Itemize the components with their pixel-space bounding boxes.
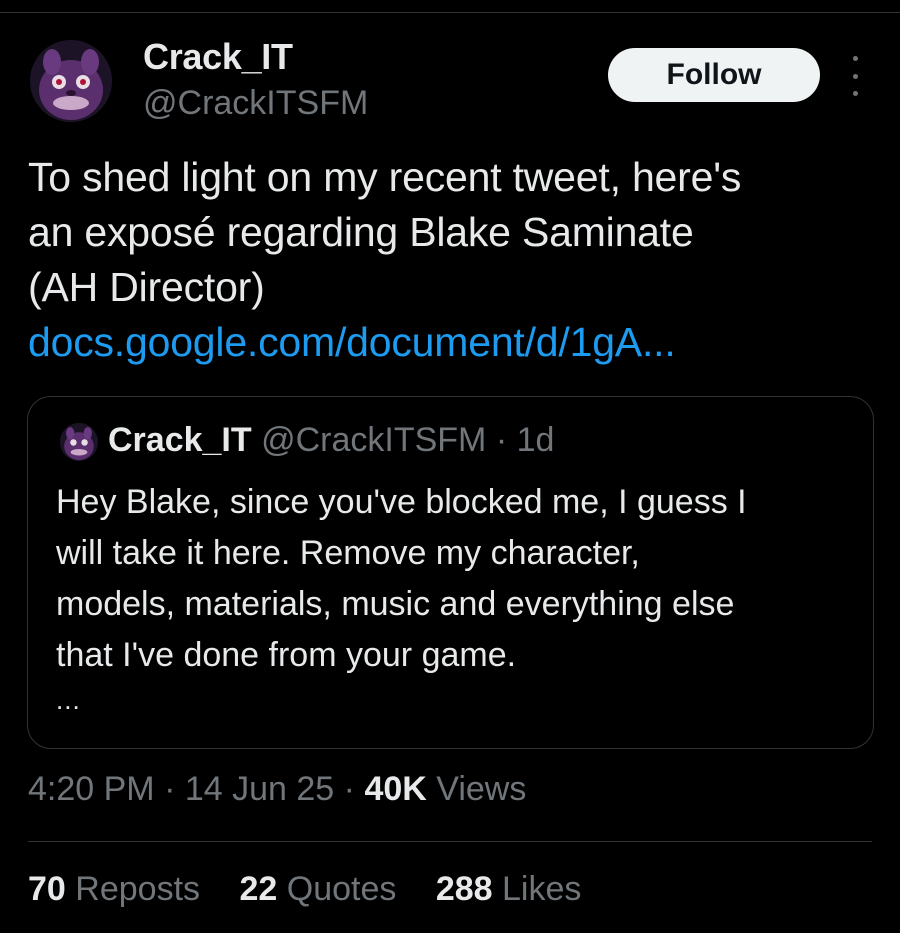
views-label: Views bbox=[436, 770, 527, 808]
more-vertical-icon[interactable] bbox=[842, 56, 868, 96]
top-divider bbox=[0, 12, 900, 13]
likes-count: 288 bbox=[435, 870, 493, 908]
quoted-tweet-card[interactable]: Crack_IT @CrackITSFM · 1d Hey Blake, sin… bbox=[27, 396, 874, 749]
document-link[interactable]: docs.google.com/document/d/1gA... bbox=[28, 315, 878, 370]
quotes-count: 22 bbox=[239, 870, 278, 908]
quote-text-line: that I've done from your game. bbox=[56, 636, 517, 674]
likes-stat[interactable]: 288 Likes bbox=[436, 870, 582, 908]
meta-separator: · bbox=[164, 770, 176, 808]
tweet-text-line: To shed light on my recent tweet, here's bbox=[28, 154, 742, 200]
quote-avatar bbox=[60, 423, 98, 461]
quote-handle: @CrackITSFM bbox=[261, 421, 487, 459]
author-display-name[interactable]: Crack_IT bbox=[143, 36, 293, 78]
quote-text: Hey Blake, since you've blocked me, I gu… bbox=[56, 477, 856, 681]
divider bbox=[28, 841, 872, 842]
quote-time: 1d bbox=[516, 421, 555, 459]
quote-display-name: Crack_IT bbox=[108, 421, 252, 459]
quote-ellipsis: ... bbox=[56, 685, 81, 715]
reposts-count: 70 bbox=[28, 870, 66, 908]
tweet-meta: 4:20 PM · 14 Jun 25 · 40K Views bbox=[28, 770, 526, 809]
quotes-stat[interactable]: 22 Quotes bbox=[239, 870, 405, 908]
quote-text-line: models, materials, music and everything … bbox=[56, 585, 735, 623]
quote-text-line: will take it here. Remove my character, bbox=[56, 534, 640, 572]
likes-label: Likes bbox=[502, 870, 582, 908]
tweet-time[interactable]: 4:20 PM bbox=[28, 770, 155, 808]
tweet-text-line: an exposé regarding Blake Saminate bbox=[28, 209, 694, 255]
reposts-stat[interactable]: 70 Reposts bbox=[28, 870, 209, 908]
quotes-label: Quotes bbox=[286, 870, 397, 908]
quote-separator: · bbox=[495, 421, 508, 459]
reposts-label: Reposts bbox=[75, 870, 201, 908]
meta-separator: · bbox=[343, 770, 355, 808]
avatar[interactable] bbox=[30, 40, 112, 122]
tweet-date[interactable]: 14 Jun 25 bbox=[185, 770, 334, 808]
follow-button[interactable]: Follow bbox=[608, 48, 820, 102]
tweet-text: To shed light on my recent tweet, here's… bbox=[28, 150, 878, 370]
author-handle[interactable]: @CrackITSFM bbox=[143, 84, 368, 123]
engagement-stats: 70 Reposts 22 Quotes 288 Likes bbox=[28, 870, 611, 909]
tweet-text-line: (AH Director) bbox=[28, 264, 265, 310]
views-count: 40K bbox=[364, 770, 427, 808]
quote-header: Crack_IT @CrackITSFM · 1d bbox=[108, 421, 554, 460]
quote-text-line: Hey Blake, since you've blocked me, I gu… bbox=[56, 483, 747, 521]
